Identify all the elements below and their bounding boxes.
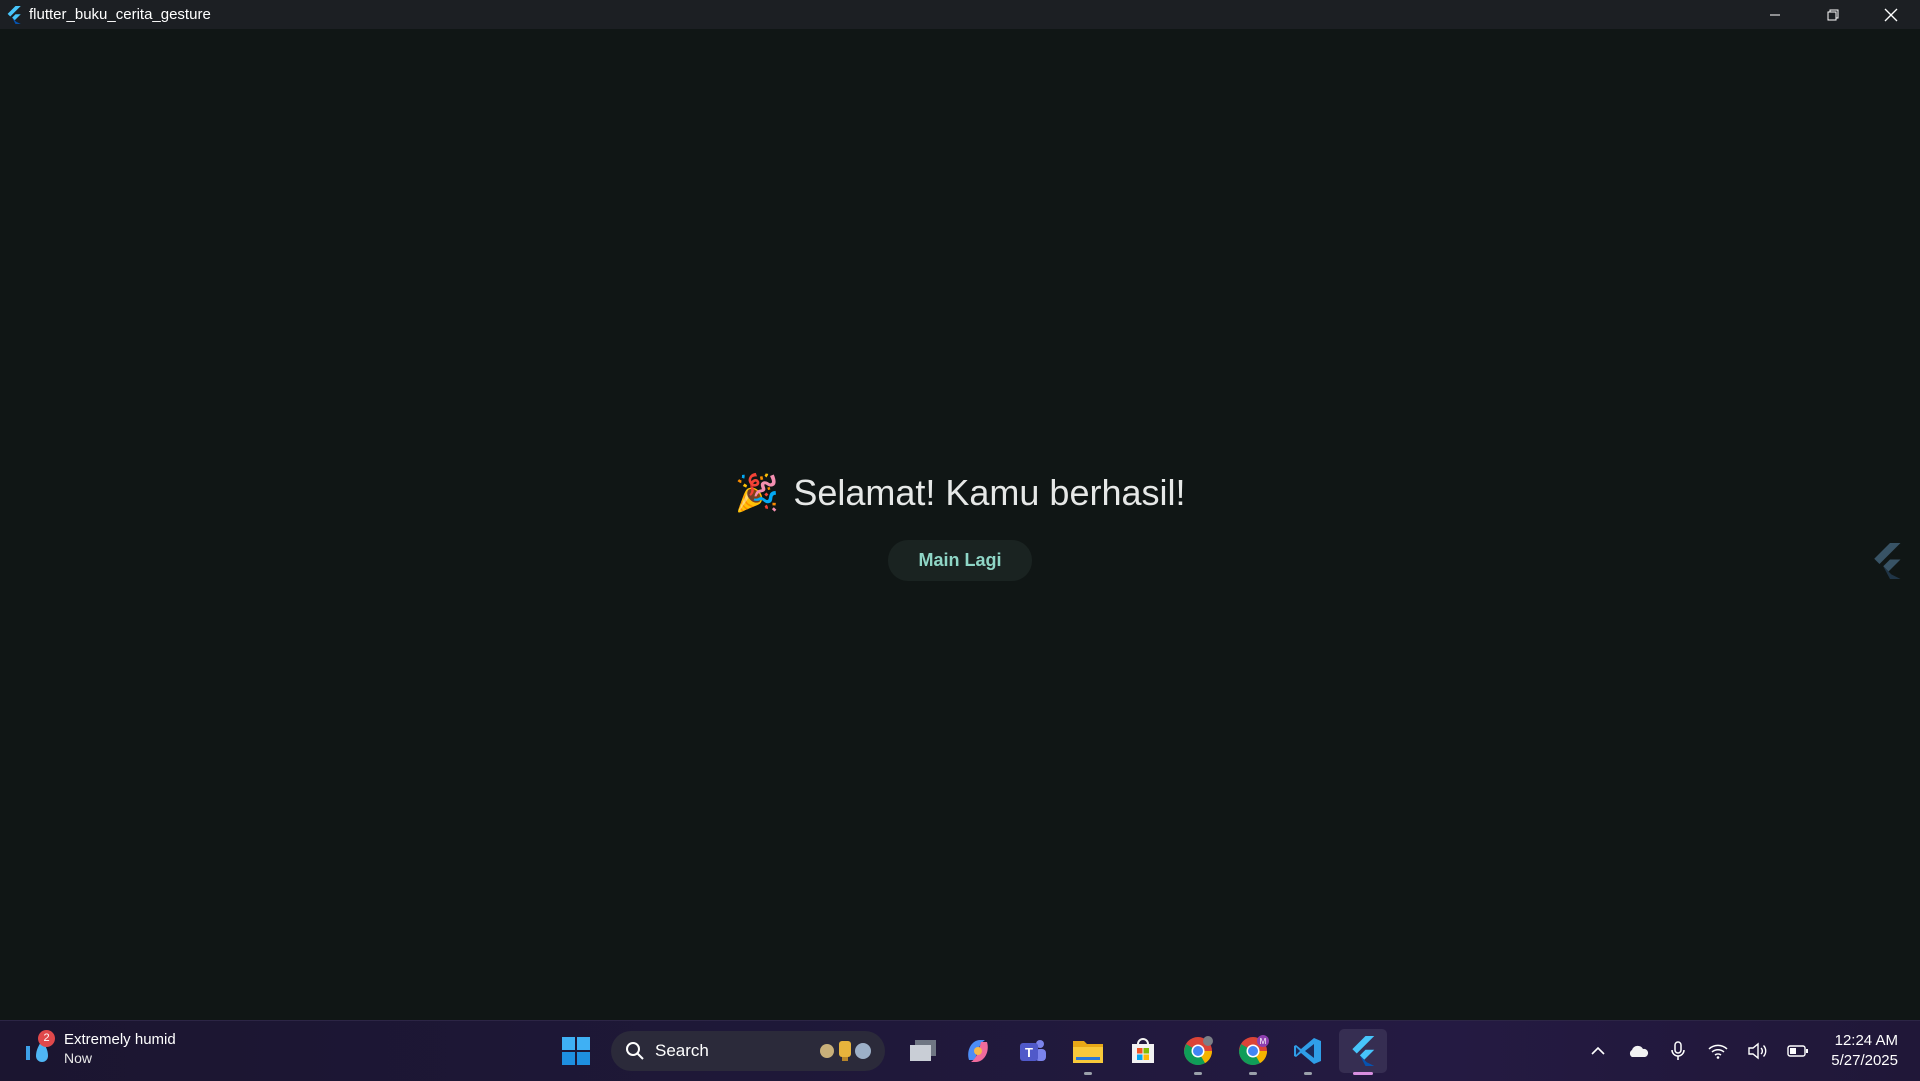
window-titlebar: flutter_buku_cerita_gesture <box>0 0 1920 29</box>
flutter-logo-icon <box>7 5 21 24</box>
close-icon <box>1884 8 1898 21</box>
success-panel: 🎉 Selamat! Kamu berhasil! Main Lagi <box>0 472 1920 581</box>
svg-text:M: M <box>1260 1037 1267 1046</box>
copilot-icon <box>968 1040 988 1062</box>
onedrive-button[interactable] <box>1623 1021 1653 1081</box>
battery-icon <box>1787 1045 1809 1057</box>
file-explorer-icon <box>1073 1041 1103 1063</box>
success-message: Selamat! Kamu berhasil! <box>793 472 1186 513</box>
restore-icon <box>1827 9 1839 20</box>
search-box[interactable]: Search <box>611 1031 885 1071</box>
copilot-button[interactable] <box>954 1029 1002 1073</box>
vscode-button[interactable] <box>1284 1029 1332 1075</box>
window-controls <box>1746 0 1920 29</box>
weather-title: Extremely humid <box>64 1031 176 1048</box>
chrome-icon <box>1184 1036 1213 1065</box>
app-content: 🎉 Selamat! Kamu berhasil! Main Lagi <box>0 29 1920 1020</box>
clock-time: 12:24 AM <box>1834 1032 1898 1049</box>
chevron-up-icon <box>1591 1046 1605 1055</box>
task-view-button[interactable] <box>899 1029 947 1073</box>
flutter-inspector-icon[interactable] <box>1872 542 1902 580</box>
success-heading: 🎉 Selamat! Kamu berhasil! <box>734 472 1185 514</box>
running-indicator <box>1084 1072 1092 1075</box>
clock-date: 5/27/2025 <box>1831 1052 1898 1069</box>
active-indicator <box>1353 1072 1373 1075</box>
chrome-profile-button[interactable]: M <box>1229 1029 1277 1075</box>
wifi-button[interactable] <box>1703 1021 1733 1081</box>
flutter-app-icon <box>1352 1036 1375 1066</box>
show-hidden-icons-button[interactable] <box>1583 1021 1613 1081</box>
minimize-icon <box>1770 14 1780 15</box>
wifi-icon <box>1708 1044 1728 1059</box>
play-again-button[interactable]: Main Lagi <box>888 540 1032 581</box>
search-highlight-icon <box>820 1041 871 1061</box>
teams-button[interactable]: T <box>1009 1029 1057 1073</box>
battery-button[interactable] <box>1783 1021 1813 1081</box>
running-indicator <box>1304 1072 1312 1075</box>
search-icon <box>626 1042 644 1060</box>
onedrive-icon <box>1630 1045 1649 1057</box>
party-popper-icon: 🎉 <box>734 472 780 513</box>
teams-icon: T <box>1020 1040 1046 1061</box>
taskbar-apps: Search T M <box>552 1029 1394 1075</box>
minimize-button[interactable] <box>1746 0 1804 29</box>
task-view-icon <box>910 1040 936 1061</box>
running-indicator <box>1249 1072 1257 1075</box>
close-button[interactable] <box>1862 0 1920 29</box>
chrome-profile-icon: M <box>1239 1035 1269 1065</box>
volume-button[interactable] <box>1743 1021 1773 1081</box>
file-explorer-button[interactable] <box>1064 1029 1112 1075</box>
system-tray: 12:24 AM 5/27/2025 <box>1583 1021 1920 1081</box>
flutter-app-button[interactable] <box>1339 1029 1387 1075</box>
microphone-button[interactable] <box>1663 1021 1693 1081</box>
start-icon <box>562 1037 590 1065</box>
restore-button[interactable] <box>1804 0 1862 29</box>
start-button[interactable] <box>552 1029 600 1073</box>
search-placeholder: Search <box>655 1041 709 1060</box>
weather-subtitle: Now <box>64 1050 93 1066</box>
window-title: flutter_buku_cerita_gesture <box>29 6 211 23</box>
vscode-icon <box>1294 1038 1321 1064</box>
taskbar: 2 Extremely humid Now Search T M 12:24 A… <box>0 1020 1920 1081</box>
microsoft-store-button[interactable] <box>1119 1029 1167 1073</box>
microphone-icon <box>1671 1041 1686 1060</box>
running-indicator <box>1194 1072 1202 1075</box>
weather-widget[interactable]: 2 Extremely humid Now <box>22 1029 176 1066</box>
notification-badge: 2 <box>38 1029 55 1047</box>
clock[interactable]: 12:24 AM 5/27/2025 <box>1831 1031 1898 1071</box>
svg-text:T: T <box>1025 1045 1033 1060</box>
chrome-button[interactable] <box>1174 1029 1222 1075</box>
weather-icon: 2 <box>22 1029 56 1066</box>
volume-icon <box>1748 1042 1767 1060</box>
microsoft-store-icon <box>1132 1038 1154 1063</box>
